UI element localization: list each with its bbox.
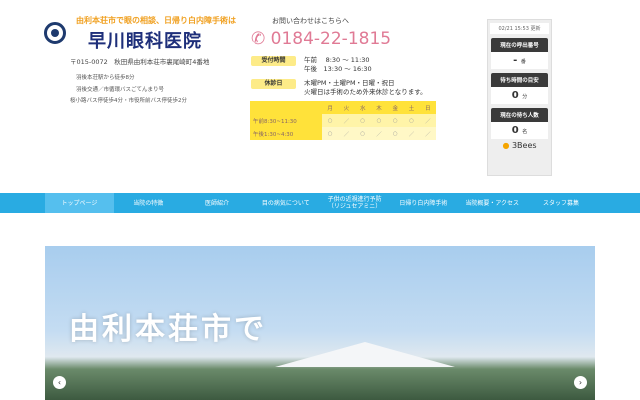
row-label: 午前8:30~11:30 (250, 114, 322, 127)
nav-access[interactable]: 当院概要・アクセス (458, 193, 527, 213)
cell: ／ (419, 114, 436, 127)
hours-am: 午前 8:30 ～ 11:30 (304, 56, 370, 64)
nav-features[interactable]: 当院の特徴 (114, 193, 183, 213)
cell: ○ (370, 114, 388, 127)
status-title: 待ち時間の目安 (491, 73, 548, 87)
nav-recruit[interactable]: スタッフ募集 (527, 193, 596, 213)
day-header: 木 (370, 101, 388, 114)
clinic-name[interactable]: 早川眼科医院 (88, 27, 202, 53)
cell: ○ (354, 114, 371, 127)
cell: ○ (403, 114, 420, 127)
day-header: 月 (322, 101, 339, 114)
closed-days: 木曜PM・土曜PM・日曜・祝日 火曜日は手術のため外来休診となります。 (304, 79, 427, 97)
cell: ／ (403, 127, 420, 140)
status-title: 現在の待ち人数 (491, 108, 548, 122)
nav-top[interactable]: トップページ (45, 193, 114, 213)
queue-status-panel: 02/21 15:53 更新 現在の呼出番号 - 番 待ち時間の目安 0 分 現… (487, 19, 552, 176)
inquiry-label: お問い合わせはこちらへ (272, 17, 349, 25)
cell: ○ (387, 114, 404, 127)
day-header: 土 (403, 101, 420, 114)
access-line: 羽後交通／市循環バスごてんまり号 (76, 87, 165, 93)
brand[interactable]: ● 3Bees (488, 141, 551, 150)
closed-label: 休診日 (251, 79, 296, 89)
prev-arrow-icon[interactable]: ‹ (53, 376, 66, 389)
hero-slider: 由利本荘市で ‹ › (45, 246, 595, 400)
cell: ／ (370, 127, 388, 140)
cell: ／ (338, 127, 355, 140)
main-nav: トップページ 当院の特徴 医師紹介 目の病気について 子供の近視進行予防 （リジ… (0, 193, 640, 213)
updated-time: 02/21 15:53 更新 (490, 23, 549, 34)
hours-label: 受付時間 (251, 56, 296, 66)
cell: ○ (387, 127, 404, 140)
clinic-logo-icon (44, 22, 66, 44)
phone-number[interactable]: ✆ 0184-22-1815 (251, 29, 391, 49)
hours: 午前 8:30 ～ 11:30 午後 13:30 ～ 16:30 (304, 56, 372, 74)
day-header: 火 (338, 101, 355, 114)
banner-text: 由利本荘市で (69, 312, 267, 347)
closed-line: 火曜日は手術のため外来休診となります。 (304, 88, 427, 96)
day-header: 日 (419, 101, 436, 114)
phone-text: 0184-22-1815 (270, 29, 392, 49)
row-label: 午後1:30~4:30 (250, 127, 322, 140)
access-line: 羽後本荘駅から徒歩8分 (76, 75, 135, 81)
status-value: 0 分 (491, 87, 548, 104)
tagline: 由利本荘市で眼の相談、日帰り白内障手術は (76, 16, 236, 25)
access-line: 桜小路バス停徒歩4分・市役所前バス停徒歩2分 (70, 98, 188, 104)
cell: ／ (338, 114, 355, 127)
status-title: 現在の呼出番号 (491, 38, 548, 52)
nav-myopia[interactable]: 子供の近視進行予防 （リジュセアミニ） (320, 193, 389, 213)
hours-pm: 午後 13:30 ～ 16:30 (304, 65, 372, 73)
cell: ○ (354, 127, 371, 140)
status-value: 0 名 (491, 122, 548, 139)
day-header: 水 (354, 101, 371, 114)
address: 〒015-0072 秋田県由利本荘市裏尾崎町4番地 (70, 58, 210, 66)
day-header: 金 (387, 101, 404, 114)
next-arrow-icon[interactable]: › (574, 376, 587, 389)
schedule-table: 月火水木金土日 午前8:30~11:30 ○ ／ ○ ○ ○ ○ ／ 午後1:30~4:30 ○… (250, 101, 436, 140)
cell: ○ (322, 127, 339, 140)
phone-icon: ✆ (251, 29, 266, 49)
bees-logo-icon: ● (502, 141, 510, 150)
brand-name: 3Bees (511, 141, 537, 150)
closed-line: 木曜PM・土曜PM・日曜・祝日 (304, 79, 395, 87)
cell: ／ (419, 127, 436, 140)
status-value: - 番 (491, 52, 548, 69)
cell: ○ (322, 114, 339, 127)
mountain-image (275, 342, 455, 367)
nav-diseases[interactable]: 目の病気について (251, 193, 320, 213)
nav-cataract[interactable]: 日帰り白内障手術 (389, 193, 458, 213)
nav-doctor[interactable]: 医師紹介 (183, 193, 252, 213)
